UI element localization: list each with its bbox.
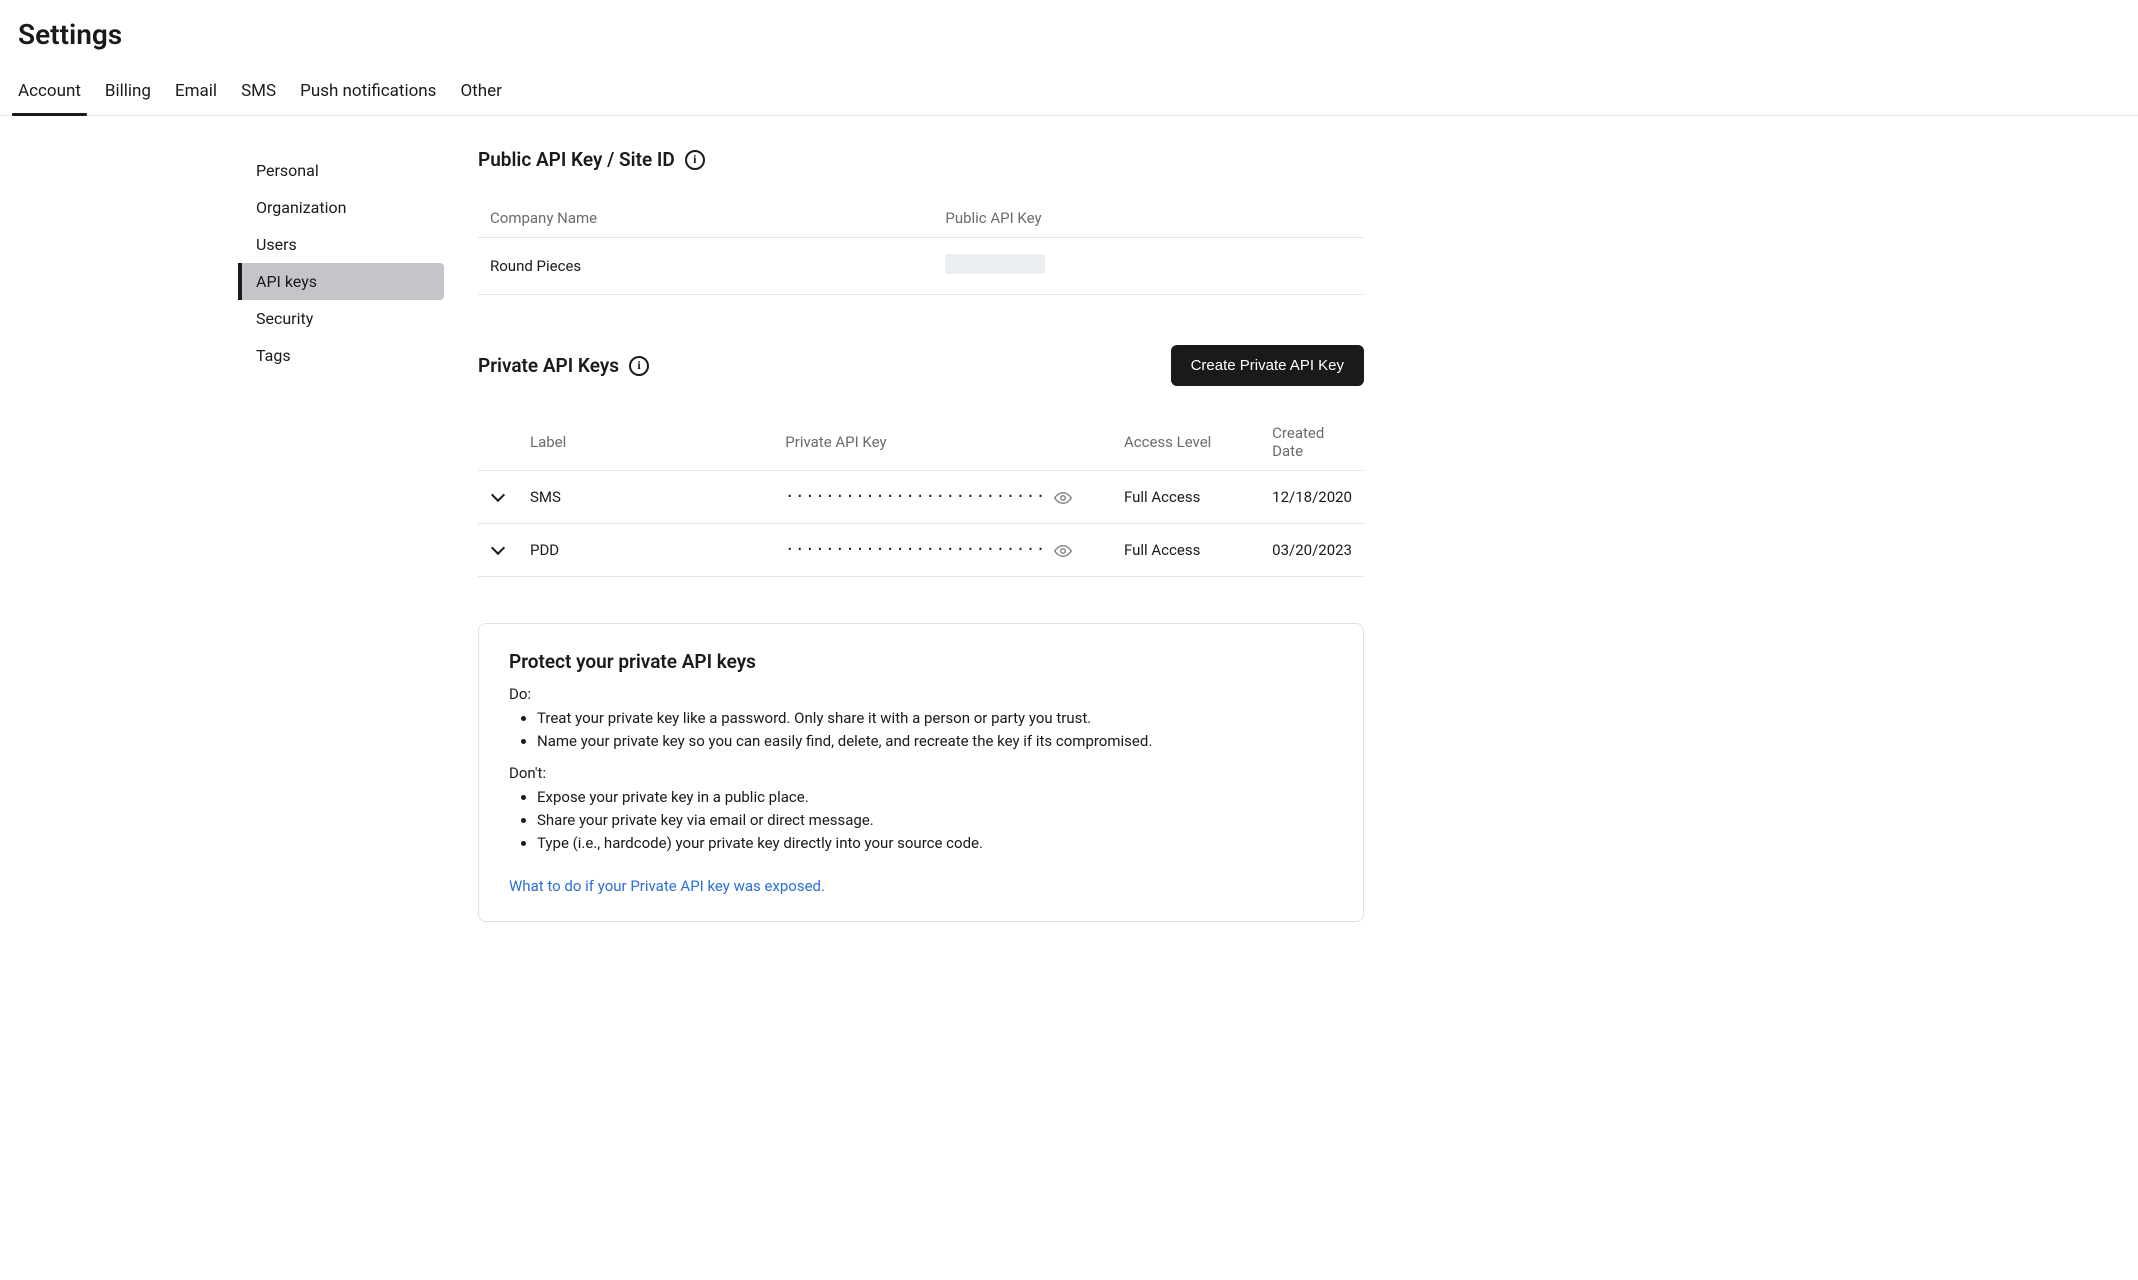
public-api-section-title: Public API Key / Site ID [478, 148, 675, 171]
access-level-cell: Full Access [1112, 524, 1260, 577]
masked-key: ·························· [785, 540, 1046, 558]
company-name-cell: Round Pieces [478, 238, 933, 295]
column-company-name: Company Name [478, 199, 933, 238]
tab-push-notifications[interactable]: Push notifications [300, 69, 436, 115]
sidebar-item-api-keys[interactable]: API keys [238, 263, 444, 300]
key-label-cell: PDD [518, 524, 773, 577]
chevron-down-icon[interactable] [490, 540, 506, 556]
protect-box-title: Protect your private API keys [509, 650, 1333, 673]
private-api-table: Label Private API Key Access Level Creat… [478, 414, 1364, 577]
dont-label: Don't: [509, 764, 1333, 782]
do-label: Do: [509, 685, 1333, 703]
list-item: Name your private key so you can easily … [537, 730, 1333, 753]
tab-email[interactable]: Email [175, 69, 217, 115]
list-item: Share your private key via email or dire… [537, 809, 1333, 832]
list-item: Treat your private key like a password. … [537, 707, 1333, 730]
private-key-cell: ·························· [773, 471, 1112, 524]
column-public-api-key: Public API Key [933, 199, 1364, 238]
sidebar-item-security[interactable]: Security [238, 300, 444, 337]
list-item: Expose your private key in a public plac… [537, 786, 1333, 809]
tab-other[interactable]: Other [460, 69, 501, 115]
protect-info-box: Protect your private API keys Do: Treat … [478, 623, 1364, 922]
key-label-cell: SMS [518, 471, 773, 524]
private-api-section-title: Private API Keys [478, 354, 619, 377]
column-access-level: Access Level [1112, 414, 1260, 471]
account-sidebar: PersonalOrganizationUsersAPI keysSecurit… [238, 148, 444, 922]
table-row: PDD ·························· Full Access… [478, 524, 1364, 577]
created-date-cell: 12/18/2020 [1260, 471, 1364, 524]
create-private-api-key-button[interactable]: Create Private API Key [1171, 345, 1364, 386]
page-title: Settings [0, 18, 2138, 69]
eye-icon[interactable] [1054, 542, 1072, 560]
chevron-down-icon[interactable] [490, 487, 506, 503]
column-label: Label [518, 414, 773, 471]
sidebar-item-tags[interactable]: Tags [238, 337, 444, 374]
created-date-cell: 03/20/2023 [1260, 524, 1364, 577]
table-row: SMS ·························· Full Access… [478, 471, 1364, 524]
main-content: Public API Key / Site ID Company Name Pu… [444, 148, 1384, 922]
masked-key: ·························· [785, 487, 1046, 505]
list-item: Type (i.e., hardcode) your private key d… [537, 832, 1333, 855]
sidebar-item-organization[interactable]: Organization [238, 189, 444, 226]
public-key-cell [933, 238, 1364, 295]
sidebar-item-personal[interactable]: Personal [238, 152, 444, 189]
tab-sms[interactable]: SMS [241, 69, 276, 115]
info-icon[interactable] [629, 356, 649, 376]
private-key-cell: ·························· [773, 524, 1112, 577]
tab-account[interactable]: Account [18, 69, 81, 115]
redacted-key [945, 254, 1045, 274]
exposed-key-link[interactable]: What to do if your Private API key was e… [509, 877, 825, 895]
eye-icon[interactable] [1054, 489, 1072, 507]
info-icon[interactable] [685, 150, 705, 170]
settings-tabs: Account Billing Email SMS Push notifications… [0, 69, 2138, 116]
column-private-api-key: Private API Key [773, 414, 1112, 471]
table-row: Round Pieces [478, 238, 1364, 295]
public-api-table: Company Name Public API Key Round Pieces [478, 199, 1364, 295]
column-created-date: Created Date [1260, 414, 1364, 471]
access-level-cell: Full Access [1112, 471, 1260, 524]
tab-billing[interactable]: Billing [105, 69, 151, 115]
sidebar-item-users[interactable]: Users [238, 226, 444, 263]
